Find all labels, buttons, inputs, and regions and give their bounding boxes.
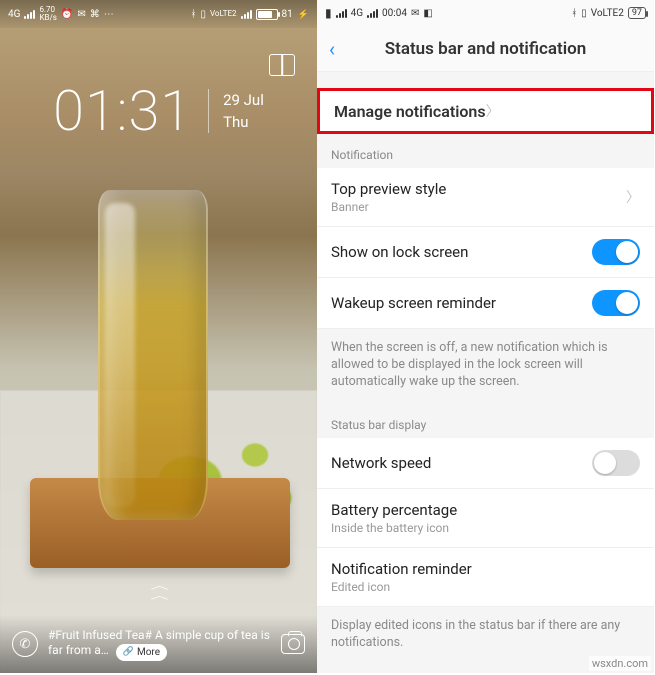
clock-date: 29 Jul Thu — [208, 89, 264, 133]
wakeup-description: When the screen is off, a new notificati… — [317, 329, 654, 404]
volte-icon: VoLTE2 — [591, 8, 624, 19]
show-lock-title: Show on lock screen — [331, 243, 592, 261]
chevron-right-icon: 〉 — [486, 101, 500, 121]
magazine-icon[interactable] — [269, 54, 295, 76]
top-preview-title: Top preview style — [331, 180, 626, 198]
status-bar-right: ▮ 4G 00:04 ✉ ◧ ᚼ ▯ VoLTE2 97 — [317, 0, 654, 26]
network-speed-title: Network speed — [331, 454, 592, 472]
swipe-up-icon[interactable]: ︿︿ — [151, 581, 167, 601]
status-left-cluster: 4G 6.70KB/s ⏰ ✉ ⌘ ⋯ — [8, 6, 114, 22]
net-type: 4G — [8, 9, 20, 20]
clock-date-day: 29 Jul — [223, 89, 264, 111]
top-preview-sub: Banner — [331, 200, 626, 214]
toggle-show-lock-screen[interactable] — [592, 239, 640, 265]
watermark: wsxdn.com — [589, 656, 651, 671]
signal-icon-2 — [241, 9, 252, 19]
phone-settings: ▮ 4G 00:04 ✉ ◧ ᚼ ▯ VoLTE2 97 ‹ Status ba… — [317, 0, 654, 673]
bluetooth-icon: ᚼ — [571, 8, 577, 19]
row-show-lock-screen: Show on lock screen — [317, 227, 654, 278]
signal-icon — [24, 9, 35, 19]
bluetooth-icon: ᚼ — [190, 9, 196, 20]
manage-notifications-label: Manage notifications — [334, 102, 486, 121]
clock-time: 01:31 — [53, 78, 192, 144]
battery-pct-title: Battery percentage — [331, 501, 640, 519]
signal-icon-2 — [367, 8, 378, 18]
wallpaper-glass — [98, 190, 208, 520]
volte-icon: VoLTE2 — [210, 10, 237, 18]
caption-line1: #Fruit Infused Tea# A simple cup of tea … — [48, 628, 270, 642]
status-time: 00:04 — [382, 8, 407, 19]
section-status-bar-display: Status bar display — [317, 404, 654, 438]
section-notification: Notification — [317, 134, 654, 168]
wallpaper-caption[interactable]: #Fruit Infused Tea# A simple cup of tea … — [48, 628, 271, 661]
row-battery-percentage[interactable]: Battery percentage Inside the battery ic… — [317, 489, 654, 548]
voicemail-icon: ⌘ — [90, 9, 100, 20]
row-top-preview-style[interactable]: Top preview style Banner 〉 — [317, 168, 654, 227]
phone-icon[interactable]: ✆ — [12, 631, 38, 657]
net-type: 4G — [351, 8, 363, 19]
page-title: Status bar and notification — [317, 39, 654, 59]
alarm-icon: ⏰ — [61, 9, 73, 20]
battery-pct: 81 — [282, 9, 293, 20]
sim-icon: ▮ — [325, 6, 332, 20]
vibrate-icon: ▯ — [581, 8, 587, 19]
more-icon: ⋯ — [104, 9, 114, 20]
lockscreen-clock: 01:31 29 Jul Thu — [0, 78, 317, 144]
mail-icon: ✉ — [411, 8, 419, 19]
clock-date-weekday: Thu — [223, 111, 264, 133]
vibrate-icon: ▯ — [200, 9, 206, 20]
notif-reminder-sub: Edited icon — [331, 580, 640, 594]
caption-line2: far from a… — [48, 643, 109, 657]
status-bar-left: 4G 6.70KB/s ⏰ ✉ ⌘ ⋯ ᚼ ▯ VoLTE2 81 — [0, 0, 317, 28]
charging-icon — [297, 9, 309, 20]
lockscreen-bottom-bar: ✆ #Fruit Infused Tea# A simple cup of te… — [0, 615, 317, 673]
chevron-right-icon: 〉 — [626, 187, 640, 207]
battery-icon — [256, 9, 278, 20]
phone-lockscreen: 4G 6.70KB/s ⏰ ✉ ⌘ ⋯ ᚼ ▯ VoLTE2 81 01:31 … — [0, 0, 317, 673]
toggle-wakeup-reminder[interactable] — [592, 290, 640, 316]
back-button[interactable]: ‹ — [329, 37, 335, 61]
row-notification-reminder[interactable]: Notification reminder Edited icon — [317, 548, 654, 607]
row-manage-notifications[interactable]: Manage notifications 〉 — [317, 88, 654, 134]
status-right-left-cluster: ▮ 4G 00:04 ✉ ◧ — [325, 6, 433, 20]
wakeup-title: Wakeup screen reminder — [331, 294, 592, 312]
signal-icon — [336, 8, 347, 18]
status-right-right-cluster: ᚼ ▯ VoLTE2 97 — [571, 7, 646, 19]
status-right-cluster: ᚼ ▯ VoLTE2 81 — [190, 9, 309, 20]
row-network-speed: Network speed — [317, 438, 654, 489]
settings-badge-icon: ◧ — [423, 8, 432, 19]
notif-reminder-title: Notification reminder — [331, 560, 640, 578]
battery-pct-sub: Inside the battery icon — [331, 521, 640, 535]
row-wakeup-reminder: Wakeup screen reminder — [317, 278, 654, 329]
battery-icon: 97 — [628, 7, 646, 19]
more-chip[interactable]: More — [116, 644, 167, 661]
net-speed: 6.70KB/s — [39, 6, 56, 22]
toggle-network-speed[interactable] — [592, 450, 640, 476]
mail-icon: ✉ — [77, 9, 85, 20]
camera-icon[interactable] — [281, 634, 305, 654]
title-bar: ‹ Status bar and notification — [317, 26, 654, 72]
